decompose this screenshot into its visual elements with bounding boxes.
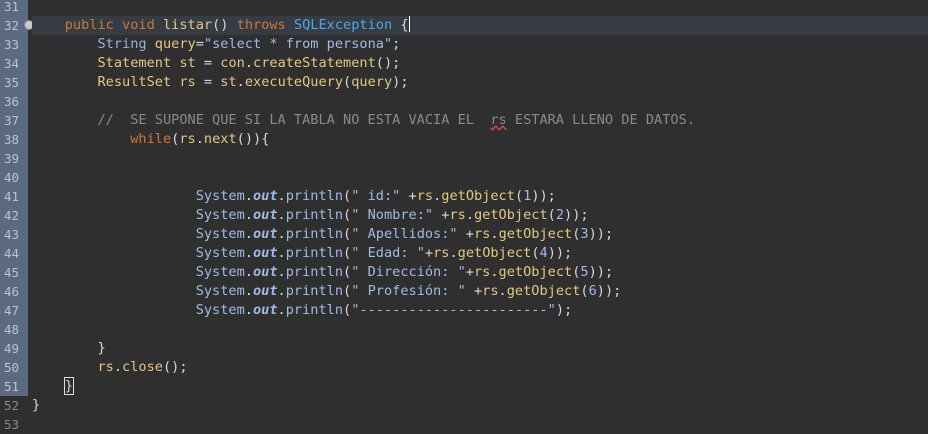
- line-number: 31: [0, 0, 28, 16]
- code-line-38: while(rs.next()){: [130, 131, 270, 147]
- line-number: 38: [0, 130, 28, 149]
- code-line-50: rs.close();: [97, 359, 188, 375]
- line-number: 46: [0, 282, 28, 301]
- line-number: 41: [0, 187, 28, 206]
- matching-brace: }: [63, 377, 74, 395]
- code-line-println: System.out.println(" Profesión: " +rs.ge…: [195, 283, 622, 299]
- code-line-println: System.out.println(" Nombre:" +rs.getObj…: [195, 207, 589, 223]
- line-number: 51: [0, 377, 28, 396]
- code-line-51: }: [32, 377, 74, 396]
- code-line-34: Statement st = con.createStatement();: [97, 55, 401, 71]
- line-number: 50: [0, 358, 28, 377]
- line-number: 42: [0, 206, 28, 225]
- line-number: 52: [4, 398, 20, 413]
- line-number: 48: [0, 320, 28, 339]
- code-line-35: ResultSet rs = st.executeQuery(query);: [97, 74, 409, 90]
- line-number: 49: [0, 339, 28, 358]
- line-number: 45: [0, 263, 28, 282]
- code-line-49: }: [97, 340, 106, 356]
- spellcheck-warning: rs: [490, 112, 507, 128]
- line-number: 47: [0, 301, 28, 320]
- text-cursor: [408, 16, 410, 32]
- line-number: 33: [0, 35, 28, 54]
- code-line-52: }: [32, 397, 41, 413]
- line-number: 37: [0, 111, 28, 130]
- code-line-32: public void listar() throws SQLException…: [32, 16, 928, 35]
- line-number: 44: [0, 244, 28, 263]
- code-line-33: String query="select * from persona";: [97, 36, 401, 52]
- line-number: 36: [0, 92, 28, 111]
- line-number-gutter: 31 32 33 34 35 36 37 38 39 40 41 42 43 44 45 46 47 48 49 50…: [0, 0, 28, 432]
- code-line-println: System.out.println(" Dirección: "+rs.get…: [195, 264, 614, 280]
- code-line-37-comment: // SE SUPONE QUE SI LA TABLA NO ESTA VAC…: [97, 112, 695, 128]
- line-number: 40: [0, 168, 28, 187]
- line-number: 35: [0, 73, 28, 92]
- code-area[interactable]: public void listar() throws SQLException…: [32, 0, 928, 429]
- code-editor[interactable]: 31 32 33 34 35 36 37 38 39 40 41 42 43 44 45 46 47 48 49 50…: [0, 0, 928, 432]
- code-line-println: System.out.println(" Apellidos:" +rs.get…: [195, 226, 614, 242]
- code-line-println: System.out.println(" id:" +rs.getObject(…: [195, 188, 556, 204]
- line-number: 43: [0, 225, 28, 244]
- line-number: 34: [0, 54, 28, 73]
- code-line-println: System.out.println(" Edad: "+rs.getObjec…: [195, 245, 573, 261]
- line-number: 53: [4, 417, 20, 432]
- line-number: 39: [0, 149, 28, 168]
- code-line-47: System.out.println("--------------------…: [195, 302, 573, 318]
